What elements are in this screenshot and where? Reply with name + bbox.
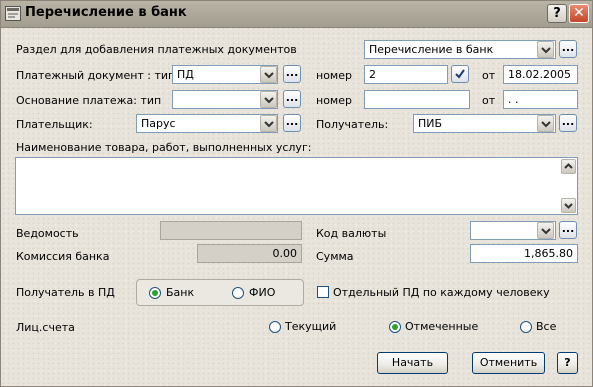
basis-date-field[interactable]: . . (503, 90, 578, 109)
section-label: Раздел для добавления платежных документ… (16, 43, 297, 56)
recipient-select[interactable]: ПИБ (413, 114, 556, 133)
currency-label: Код валюты (316, 227, 387, 240)
radio-marked-label: Отмеченные (405, 320, 479, 333)
payer-select[interactable]: Парус (136, 114, 278, 133)
cancel-button[interactable]: Отменить (472, 352, 545, 374)
accounts-label: Лиц.счета (16, 321, 75, 334)
radio-current[interactable] (269, 321, 281, 333)
currency-browse-button[interactable]: ... (559, 221, 577, 239)
radio-bank[interactable] (149, 287, 161, 299)
radio-all-label: Все (536, 320, 557, 333)
radio-marked[interactable] (389, 321, 401, 333)
basis-number-label: номер (316, 94, 352, 107)
radio-all[interactable] (520, 321, 532, 333)
chevron-down-icon (264, 121, 274, 128)
chevron-down-icon (541, 228, 551, 235)
commission-label: Комиссия банка (16, 250, 110, 263)
title-close-button[interactable]: ✕ (569, 4, 589, 23)
goods-label: Наименование товара, работ, выполненных … (16, 141, 312, 154)
radio-fio-label: ФИО (249, 286, 276, 299)
payer-browse-button[interactable]: ... (283, 114, 301, 132)
scroll-up-button[interactable] (561, 159, 576, 174)
chevron-down-icon (264, 72, 274, 79)
checkmark-icon (455, 69, 465, 79)
recipient-dropdown-button[interactable] (537, 115, 554, 132)
pd-recipient-radio-group: Банк ФИО (136, 279, 304, 306)
title-bar[interactable]: Перечисление в банк ? ✕ (1, 1, 592, 28)
payment-doc-type-label: Платежный документ : тип (16, 69, 176, 82)
recipient-browse-button[interactable]: ... (559, 114, 577, 132)
commission-field: 0.00 (197, 244, 302, 263)
radio-current-label: Текущий (285, 320, 337, 333)
basis-type-dropdown-button[interactable] (260, 91, 277, 108)
payment-doc-type-dropdown-button[interactable] (260, 66, 277, 83)
radio-bank-label: Банк (166, 286, 195, 299)
dialog-window: Перечисление в банк ? ✕ Раздел для добав… (0, 0, 593, 387)
statement-label: Ведомость (16, 227, 79, 240)
sum-label: Сумма (316, 250, 354, 263)
separate-pd-label: Отдельный ПД по каждому человеку (333, 286, 550, 299)
payment-doc-number-confirm-button[interactable] (451, 65, 469, 83)
basis-date-label: от (482, 94, 496, 107)
scroll-down-button[interactable] (561, 198, 576, 213)
radio-fio[interactable] (232, 287, 244, 299)
payment-doc-number-field[interactable]: 2 (364, 65, 448, 84)
basis-number-field[interactable] (364, 90, 470, 109)
chevron-down-icon (541, 47, 551, 54)
section-select[interactable]: Перечисление в банк (364, 40, 556, 59)
chevron-down-icon (264, 97, 274, 104)
payment-doc-number-label: номер (316, 69, 352, 82)
section-browse-button[interactable]: ... (559, 40, 577, 58)
title-help-button[interactable]: ? (547, 4, 567, 23)
currency-dropdown-button[interactable] (537, 222, 554, 239)
goods-textarea[interactable] (15, 157, 578, 215)
chevron-down-icon (564, 203, 573, 209)
start-button[interactable]: Начать (377, 352, 448, 374)
payer-label: Плательщик: (16, 118, 93, 131)
basis-type-browse-button[interactable]: ... (283, 90, 301, 108)
separate-pd-checkbox[interactable] (317, 286, 329, 298)
pd-recipient-label: Получатель в ПД (16, 286, 115, 299)
help-button[interactable]: ? (557, 352, 578, 374)
statement-field (160, 221, 302, 240)
payment-doc-date-field[interactable]: 18.02.2005 (503, 65, 578, 84)
basis-type-label: Основание платежа: тип (16, 94, 162, 107)
chevron-up-icon (564, 163, 573, 169)
chevron-down-icon (541, 121, 551, 128)
window-app-icon (5, 6, 21, 21)
section-dropdown-button[interactable] (537, 41, 554, 58)
payment-doc-type-browse-button[interactable]: ... (283, 65, 301, 83)
payer-dropdown-button[interactable] (260, 115, 277, 132)
window-title: Перечисление в банк (25, 5, 187, 20)
sum-field[interactable]: 1,865.80 (470, 244, 578, 263)
payment-doc-date-label: от (482, 69, 496, 82)
recipient-label: Получатель: (316, 118, 389, 131)
